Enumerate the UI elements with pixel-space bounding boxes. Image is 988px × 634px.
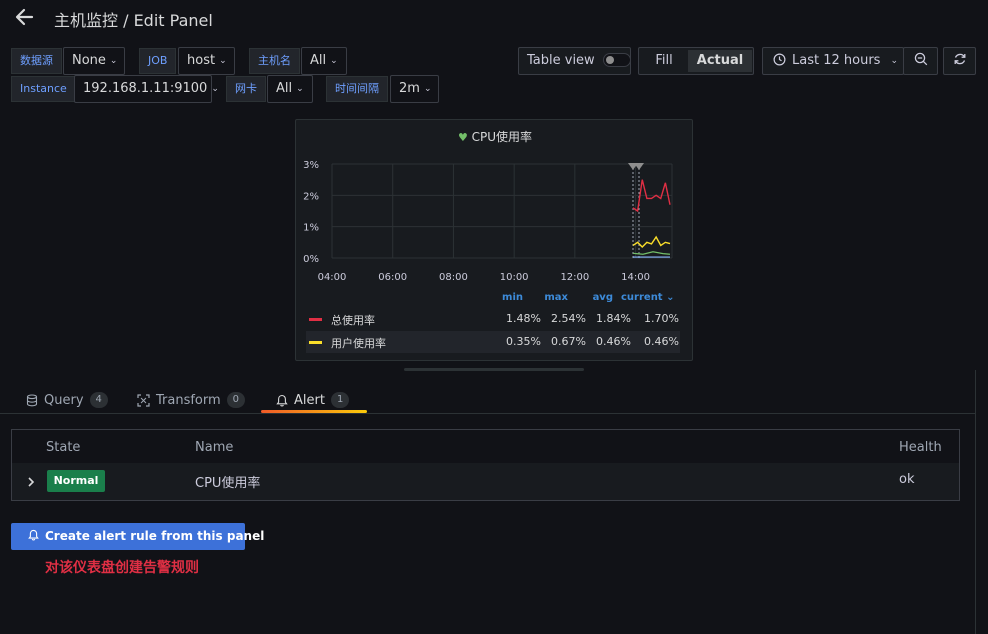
series-name: 用户使用率 [331,337,386,350]
arrow-left-icon [15,8,34,26]
chevron-right-icon[interactable] [26,476,36,488]
table-row[interactable]: Normal CPU使用率 ok [12,463,959,500]
x-tick-label: 06:00 [378,272,407,283]
variable-label-instance: Instance [11,76,76,102]
legend-header-current[interactable]: current ⌄ [621,292,674,303]
scrollbar-track [975,370,976,634]
tabs-divider [0,413,975,414]
annotation-text: 对该仪表盘创建告警规则 [45,560,199,576]
column-header-health: Health [899,440,942,455]
fill-actual-segment: Fill Actual [638,47,754,75]
legend-row[interactable]: 用户使用率 0.35% 0.67% 0.46% 0.46% [306,331,680,353]
series-max: 2.54% [551,312,586,325]
chevron-down-icon: ⌄ [423,84,432,94]
y-tick-label: 2% [303,191,319,202]
y-tick-label: 0% [303,254,319,265]
series-current: 0.46% [644,335,679,348]
zoom-out-button[interactable] [903,47,938,75]
variable-select-instance[interactable]: 192.168.1.11:9100 ⌄ [74,75,219,103]
variable-label-datasource: 数据源 [11,48,62,74]
time-range-picker[interactable]: Last 12 hours ⌄ [762,47,904,75]
panel-resize-handle[interactable] [404,368,584,371]
series-max: 0.67% [551,335,586,348]
variable-label-hostname: 主机名 [249,48,300,74]
series-color-swatch [309,341,322,344]
series-avg: 0.46% [596,335,631,348]
alert-rules-table: State Name Health Normal CPU使用率 ok [11,429,960,501]
legend-header-avg[interactable]: avg [586,292,613,303]
tab-alert[interactable]: Alert 1 [276,388,350,412]
chevron-down-icon: ⌄ [296,84,304,94]
tab-count-badge: 0 [226,392,246,408]
bell-icon [28,529,39,541]
variable-select-job[interactable]: host ⌄ [178,47,235,75]
legend-header-min[interactable]: min [496,292,523,303]
database-icon [26,393,38,406]
tab-count-badge: 4 [89,392,108,408]
x-tick-label: 12:00 [560,272,589,283]
column-header-name: Name [195,440,234,455]
column-header-state: State [46,440,81,455]
back-button[interactable] [14,6,42,30]
series-current: 1.70% [644,312,679,325]
state-badge-normal: Normal [47,470,105,492]
fill-button[interactable]: Fill [641,50,687,72]
alert-health: ok [899,472,915,487]
toggle-switch[interactable] [602,53,631,67]
series-name: 总使用率 [331,314,375,327]
zoom-out-icon [914,52,927,66]
variable-select-datasource[interactable]: None ⌄ [63,47,125,75]
y-tick-label: 1% [303,223,319,234]
panel-cpu-usage[interactable]: ♥ CPU使用率 0% 1% 2% 3% 04:00 06:00 08:00 10:00 12:… [295,119,693,361]
legend-row[interactable]: 总使用率 1.48% 2.54% 1.84% 1.70% [306,308,680,330]
series-avg: 1.84% [596,312,631,325]
transform-icon [137,393,150,407]
tab-transform[interactable]: Transform 0 [137,388,246,412]
series-min: 1.48% [506,312,541,325]
y-tick-label: 3% [303,160,319,171]
cpu-chart[interactable]: 0% 1% 2% 3% 04:00 06:00 08:00 10:00 12:00 14:00 [296,120,694,292]
series-color-swatch [309,318,322,321]
refresh-icon [954,53,965,65]
variable-label-job: JOB [139,48,177,74]
clock-icon [773,53,786,66]
variable-select-interval[interactable]: 2m ⌄ [390,75,439,103]
chevron-down-icon: ⌄ [890,56,898,66]
chevron-down-icon: ⌄ [666,292,675,303]
variable-label-interval: 时间间隔 [326,76,388,102]
series-min: 0.35% [506,335,541,348]
tab-count-badge: 1 [330,392,350,408]
alert-rule-name[interactable]: CPU使用率 [195,472,260,491]
variable-select-hostname[interactable]: All ⌄ [301,47,347,75]
bell-icon [276,394,288,406]
tab-query[interactable]: Query 4 [26,388,108,412]
x-tick-label: 10:00 [500,272,529,283]
x-tick-label: 14:00 [621,272,650,283]
chevron-down-icon: ⌄ [109,56,118,66]
chevron-down-icon: ⌄ [219,56,227,66]
refresh-button[interactable] [943,47,976,75]
create-alert-rule-button[interactable]: Create alert rule from this panel [11,523,264,550]
table-view-toggle[interactable]: Table view [518,47,631,75]
x-tick-label: 08:00 [439,272,468,283]
variable-label-nic: 网卡 [226,76,266,102]
page-title: 主机监控 / Edit Panel [54,11,213,30]
table-header [12,430,959,463]
chevron-down-icon: ⌄ [330,56,338,66]
x-tick-label: 04:00 [318,272,347,283]
legend-header-max[interactable]: max [540,292,568,303]
chevron-down-icon: ⌄ [211,84,219,94]
actual-button[interactable]: Actual [688,50,752,72]
variable-select-nic[interactable]: All ⌄ [267,75,313,103]
